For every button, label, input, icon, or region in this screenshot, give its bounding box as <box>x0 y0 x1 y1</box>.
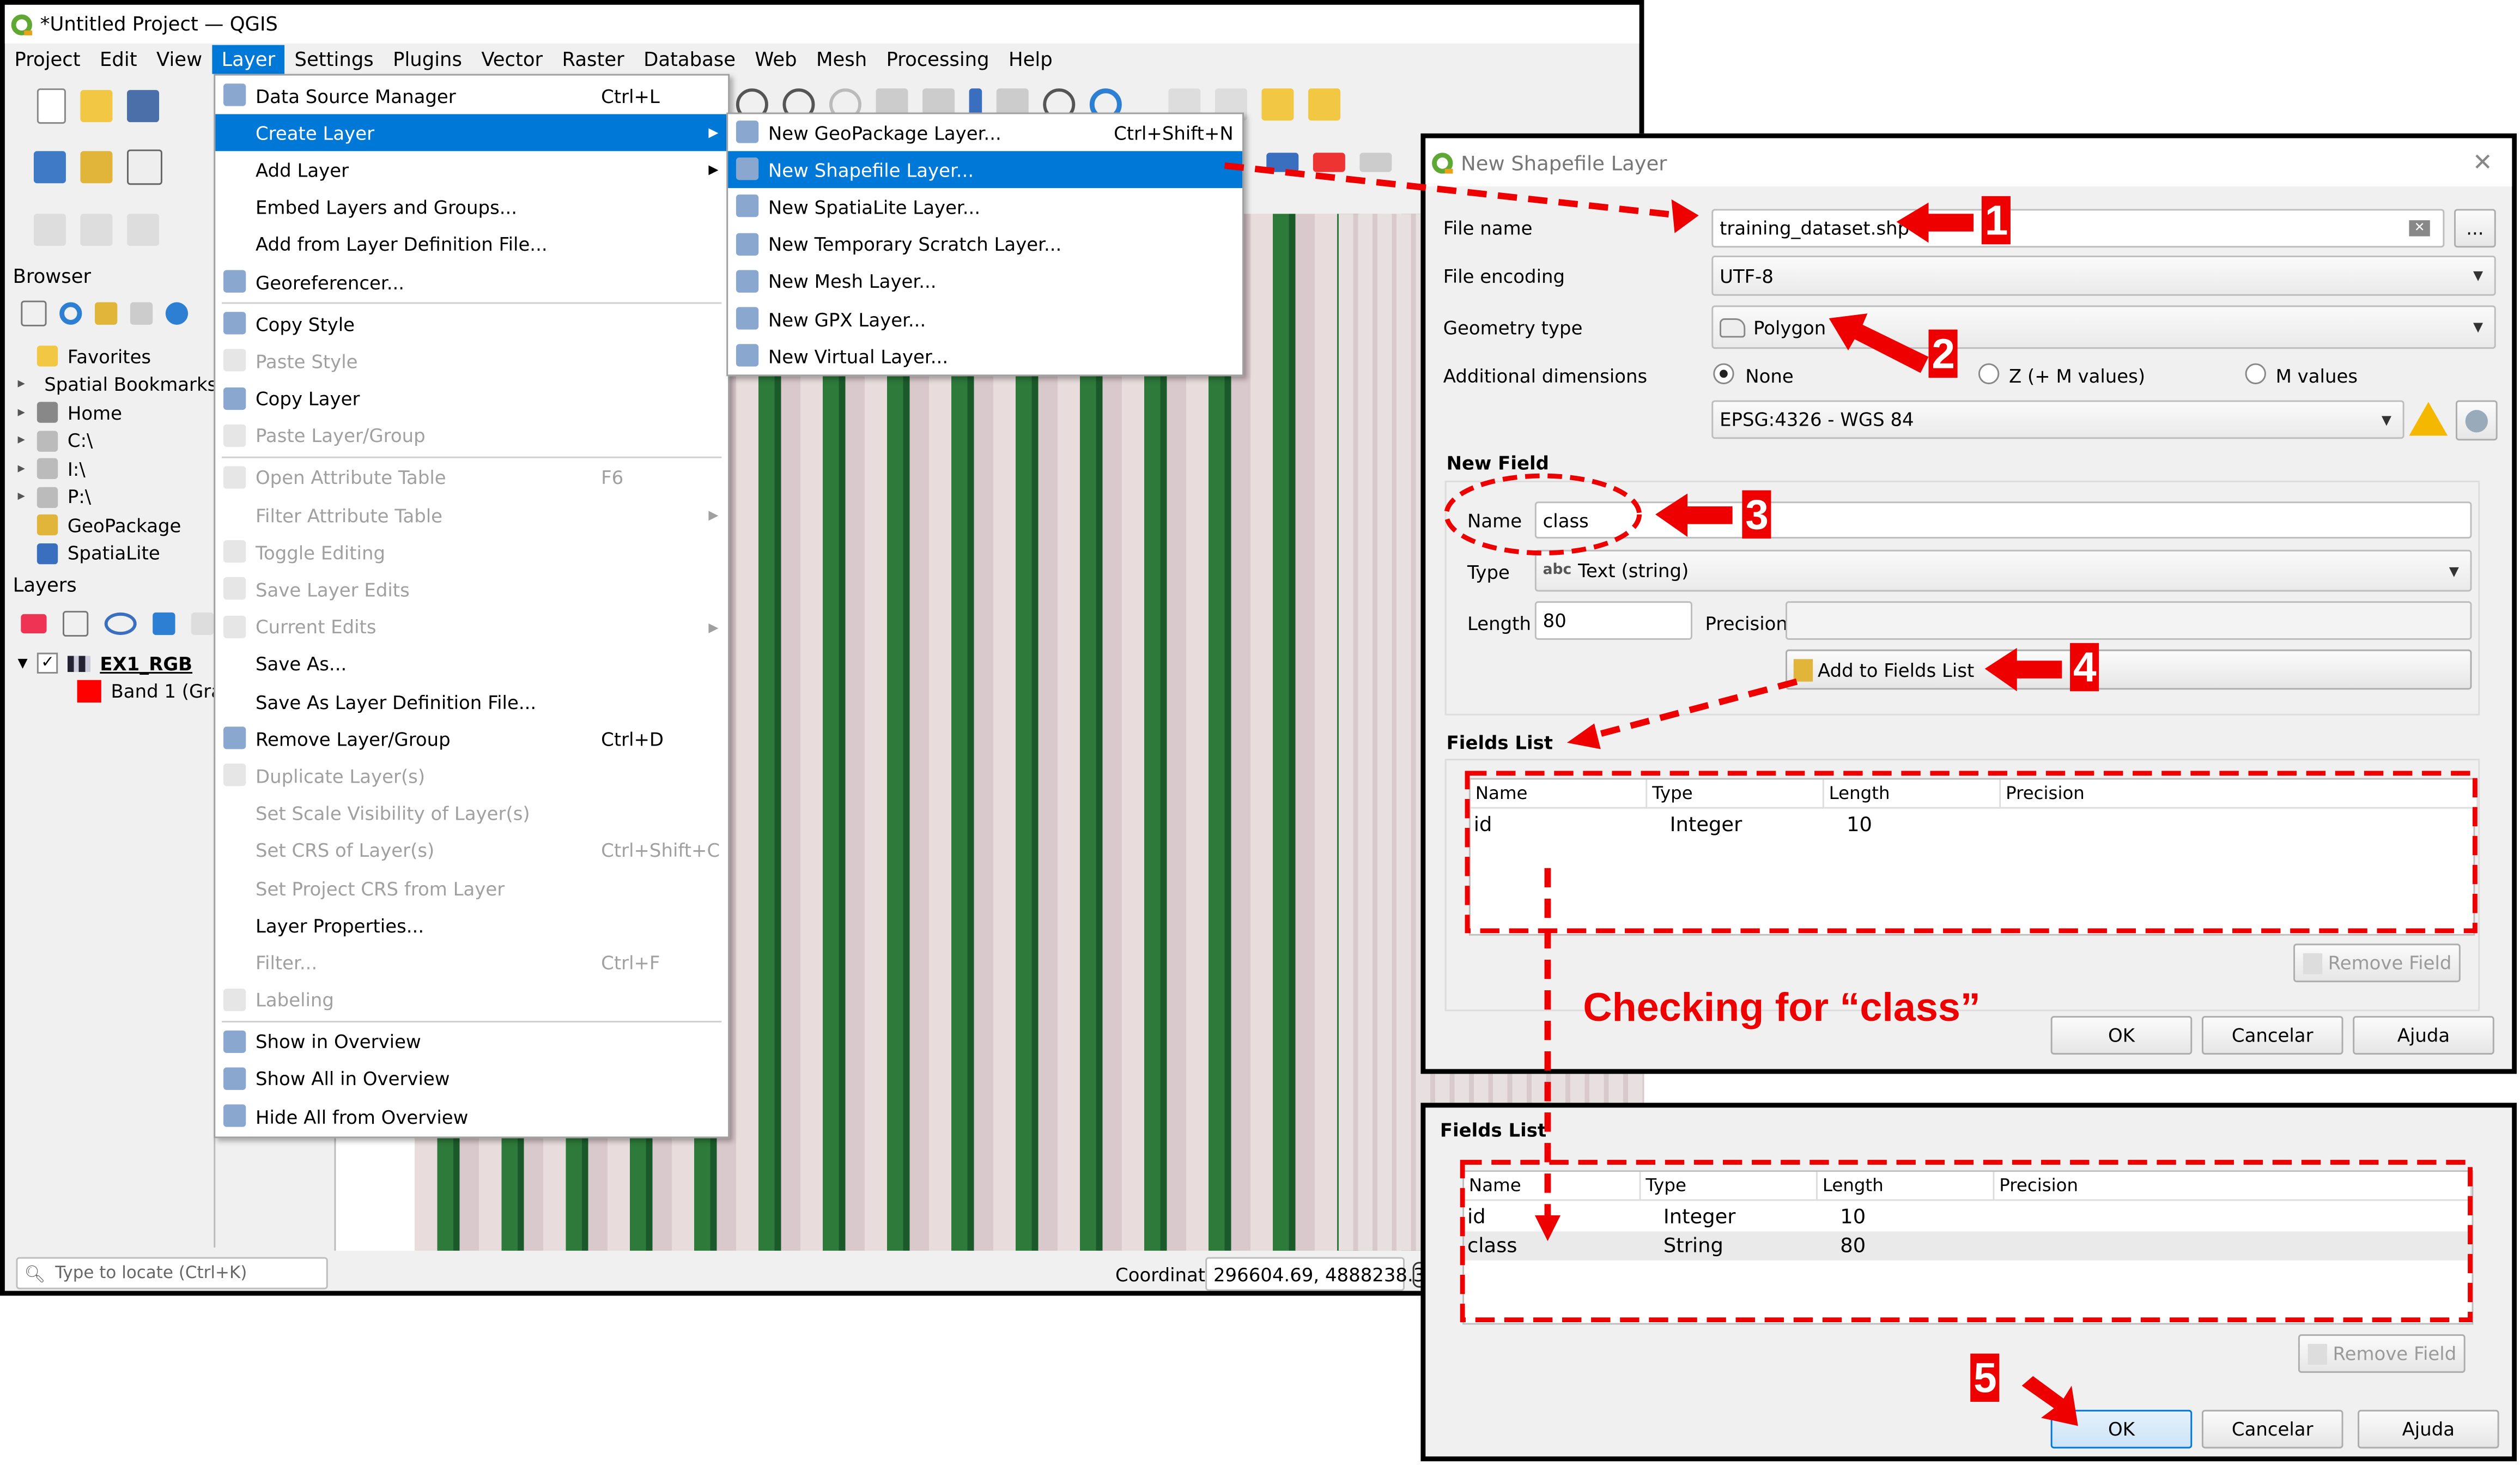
checking-note: Checking for “class” <box>1583 985 1981 1031</box>
step-3-badge: 3 <box>1742 490 1772 539</box>
block-arrow-2 <box>1829 313 1929 373</box>
arrowhead-result <box>1534 1215 1561 1242</box>
block-arrow-4 <box>1984 647 2062 692</box>
dashed-arrow-to-file-name <box>1224 162 1680 219</box>
step-4-badge: 4 <box>2070 643 2100 692</box>
block-arrow-5 <box>2021 1376 2078 1426</box>
fields-table-highlight-2 <box>1460 1160 2473 1323</box>
arrowhead-file-name <box>1671 199 1699 233</box>
arrowhead-fields-list <box>1566 723 1601 749</box>
name-highlight-ellipse <box>1444 473 1642 556</box>
block-arrow-3 <box>1655 493 1733 537</box>
fields-table-highlight-1 <box>1465 771 2478 934</box>
dashed-arrow-to-fields-list <box>1590 678 1798 740</box>
step-1-badge: 1 <box>1981 196 2012 245</box>
annotation-overlay <box>1224 162 2478 1426</box>
step-2-badge: 2 <box>1928 329 1958 378</box>
block-arrow-1 <box>1896 202 1974 243</box>
step-5-badge: 5 <box>1970 1353 2000 1402</box>
